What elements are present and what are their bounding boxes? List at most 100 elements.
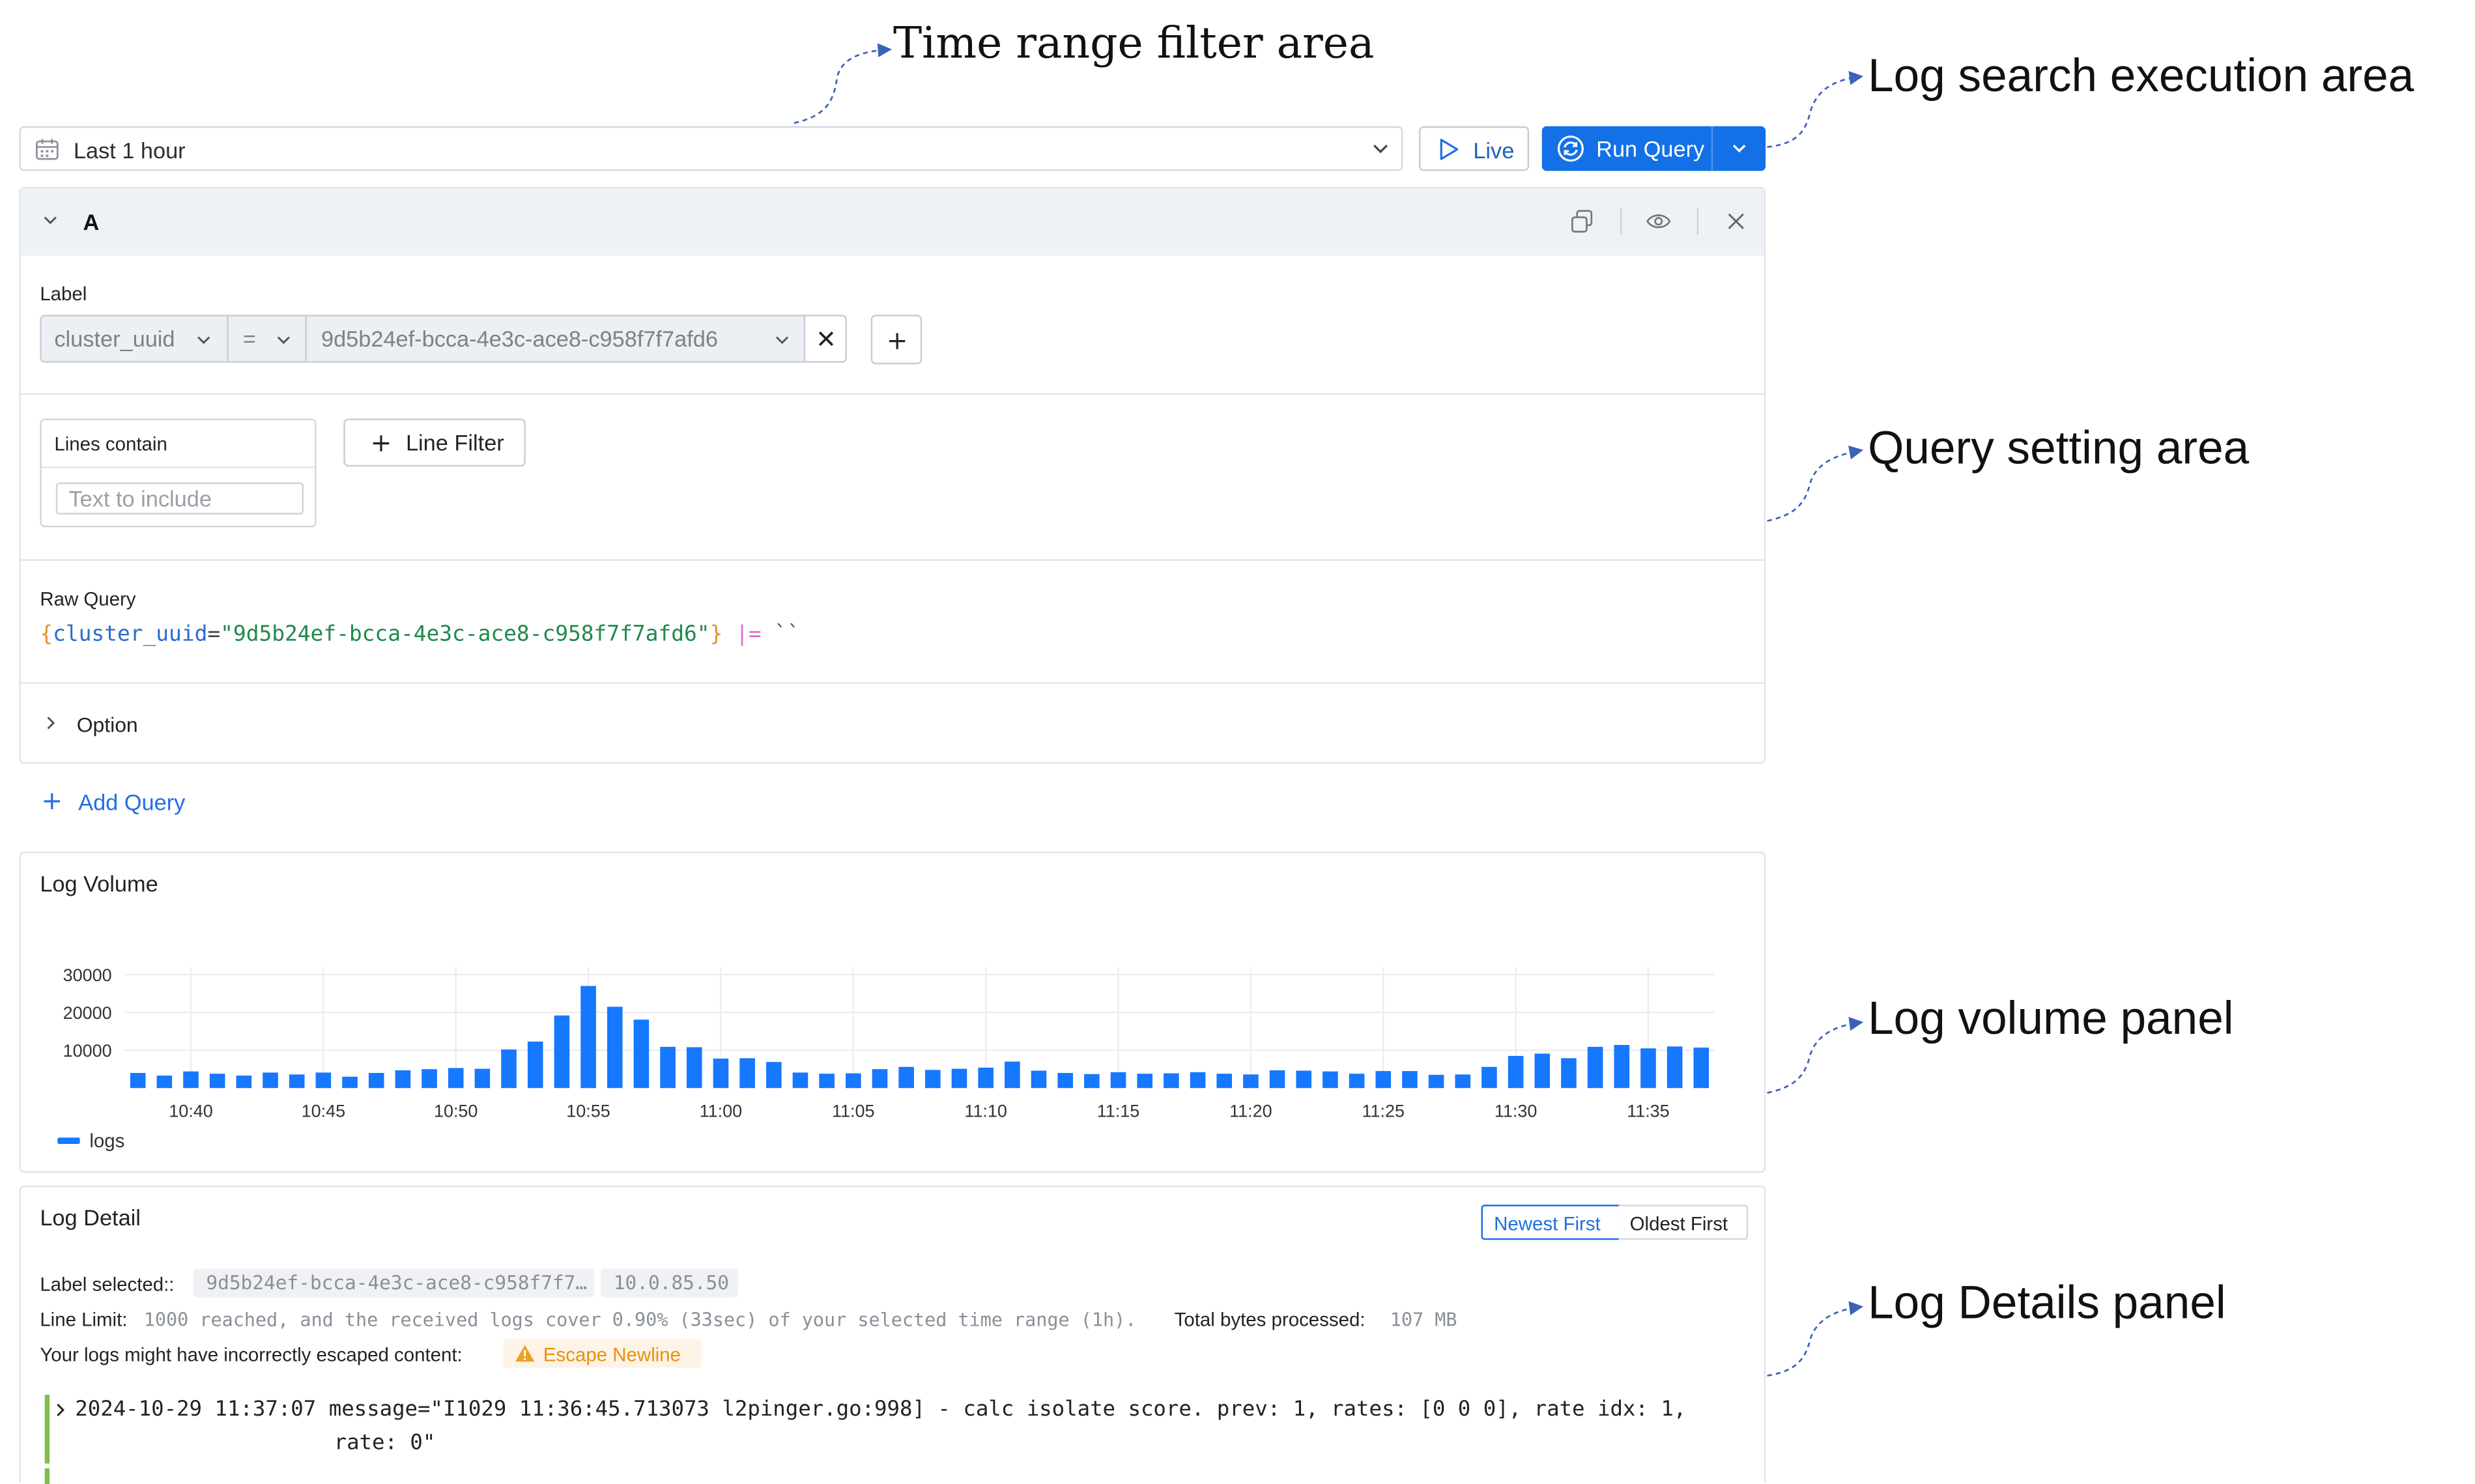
remove-label-button[interactable] (803, 315, 847, 363)
calendar-icon (36, 139, 59, 160)
volume-bar (1349, 1074, 1365, 1089)
raw-pipe: |= (736, 623, 762, 648)
volume-bar (925, 1070, 941, 1089)
x-tick-label: 11:05 (832, 1101, 875, 1120)
x-tick-label: 11:10 (964, 1101, 1007, 1120)
operator-select[interactable]: = (227, 315, 307, 363)
volume-bar (686, 1047, 702, 1089)
volume-bar (263, 1072, 278, 1089)
volume-bar (765, 1062, 782, 1089)
x-tick-label: 11:20 (1229, 1101, 1272, 1120)
lines-contain-label: Lines contain (54, 433, 167, 455)
volume-bar (1667, 1046, 1683, 1089)
raw-eq: = (207, 623, 221, 648)
volume-bar (156, 1076, 173, 1089)
log-entry-line[interactable]: 2024-10-29 11:37:07 message="I1029 11:36… (75, 1398, 1686, 1422)
volume-bar (1640, 1048, 1656, 1089)
raw-key: cluster_uuid (53, 623, 208, 648)
label-key-select[interactable]: cluster_uuid (40, 315, 229, 363)
label-value-select[interactable]: 9d5b24ef-bcca-4e3c-ace8-c958f7f7afd6 (305, 315, 806, 363)
raw-query-heading: Raw Query (40, 588, 136, 610)
oldest-first-label: Oldest First (1629, 1212, 1728, 1235)
volume-bar (1057, 1073, 1073, 1089)
run-query-button[interactable]: Run Query (1541, 126, 1766, 171)
eye-icon[interactable] (1646, 212, 1671, 230)
volume-bar (1587, 1046, 1603, 1089)
time-range-value: Last 1 hour (73, 137, 186, 164)
volume-bar (1084, 1074, 1100, 1089)
text-include-field[interactable] (68, 485, 293, 511)
volume-bar (1534, 1053, 1551, 1089)
play-icon (1440, 139, 1459, 160)
chevron-right-icon (47, 717, 55, 730)
volume-bar (209, 1074, 225, 1089)
log-entry-line-continued: rate: 0" (334, 1431, 436, 1456)
raw-query-code[interactable]: {cluster_uuid="9d5b24ef-bcca-4e3c-ace8-c… (40, 623, 800, 648)
chevron-down-icon (775, 336, 789, 345)
log-level-bar (44, 1468, 50, 1484)
query-card: A Label cluster_uuid = 9d5b24ef-bcca-4e3… (19, 186, 1766, 764)
raw-brace-open: { (40, 623, 53, 648)
volume-bar (713, 1058, 729, 1089)
volume-bar (1614, 1045, 1630, 1089)
run-options-chevron-icon[interactable] (1732, 144, 1747, 154)
live-button[interactable]: Live (1418, 126, 1530, 171)
label-key-value: cluster_uuid (54, 326, 175, 352)
volume-bar (1455, 1074, 1471, 1089)
live-label: Live (1473, 137, 1515, 164)
volume-bar (448, 1068, 464, 1089)
volume-bar (978, 1067, 994, 1089)
line-filter-label: Line Filter (405, 429, 504, 455)
chevron-down-icon (1373, 145, 1388, 154)
volume-bar (819, 1074, 835, 1089)
section-divider (20, 559, 1764, 561)
label-tag-text: 9d5b24ef-bcca-4e3c-ace8-c958f7f7… (206, 1272, 588, 1294)
oldest-first-button[interactable]: Oldest First (1618, 1205, 1749, 1240)
run-query-separator (1711, 126, 1713, 171)
volume-bar (1508, 1055, 1524, 1089)
copy-icon[interactable] (1571, 209, 1593, 233)
time-range-select[interactable]: Last 1 hour (19, 126, 1403, 171)
escape-newline-tag[interactable]: Escape Newline (503, 1339, 702, 1368)
volume-bar (633, 1020, 650, 1089)
label-selected-text: Label selected:: (40, 1273, 175, 1296)
log-detail-card: Log Detail Newest First Oldest First Lab… (19, 1185, 1766, 1484)
label-heading: Label (40, 283, 87, 306)
y-tick-label: 20000 (63, 1003, 112, 1023)
newest-first-label: Newest First (1494, 1212, 1601, 1235)
legend-label[interactable]: logs (89, 1130, 124, 1152)
text-include-input[interactable] (55, 482, 304, 515)
line-limit-text: 1000 reached, and the received logs cove… (143, 1308, 1137, 1332)
escape-newline-label: Escape Newline (543, 1343, 681, 1366)
x-tick-label: 10:45 (302, 1101, 346, 1120)
legend-swatch (57, 1137, 80, 1145)
volume-bar (845, 1073, 861, 1089)
escape-warning-text: Your logs might have incorrectly escaped… (40, 1343, 463, 1366)
x-tick-label: 11:15 (1097, 1101, 1140, 1120)
plus-icon (889, 333, 906, 349)
volume-bar (872, 1069, 888, 1089)
expand-entry-icon[interactable] (56, 1403, 66, 1417)
volume-bar (1190, 1072, 1206, 1089)
x-tick-label: 11:30 (1495, 1101, 1538, 1120)
newest-first-button[interactable]: Newest First (1481, 1205, 1620, 1240)
close-icon[interactable] (1727, 212, 1745, 230)
add-label-button[interactable] (870, 315, 923, 365)
collapse-chevron-icon[interactable] (43, 216, 57, 225)
warning-icon (515, 1345, 535, 1362)
volume-bar (1693, 1048, 1710, 1089)
option-toggle[interactable]: Option (40, 708, 231, 740)
volume-bar (236, 1076, 252, 1089)
add-query-button[interactable]: Add Query (42, 788, 218, 816)
volume-bar (1561, 1058, 1577, 1089)
x-tick-label: 11:00 (700, 1101, 743, 1120)
log-volume-card: Log Volume 30000 20000 10000 10:40 10:45 10:5… (19, 851, 1766, 1173)
volume-bar (1296, 1070, 1312, 1089)
volume-bar (607, 1006, 623, 1089)
add-query-label: Add Query (78, 789, 186, 815)
section-divider (20, 393, 1764, 395)
volume-bar (1323, 1071, 1338, 1089)
volume-bar (368, 1073, 384, 1089)
line-filter-button[interactable]: Line Filter (343, 418, 526, 467)
volume-bar (1243, 1074, 1259, 1089)
